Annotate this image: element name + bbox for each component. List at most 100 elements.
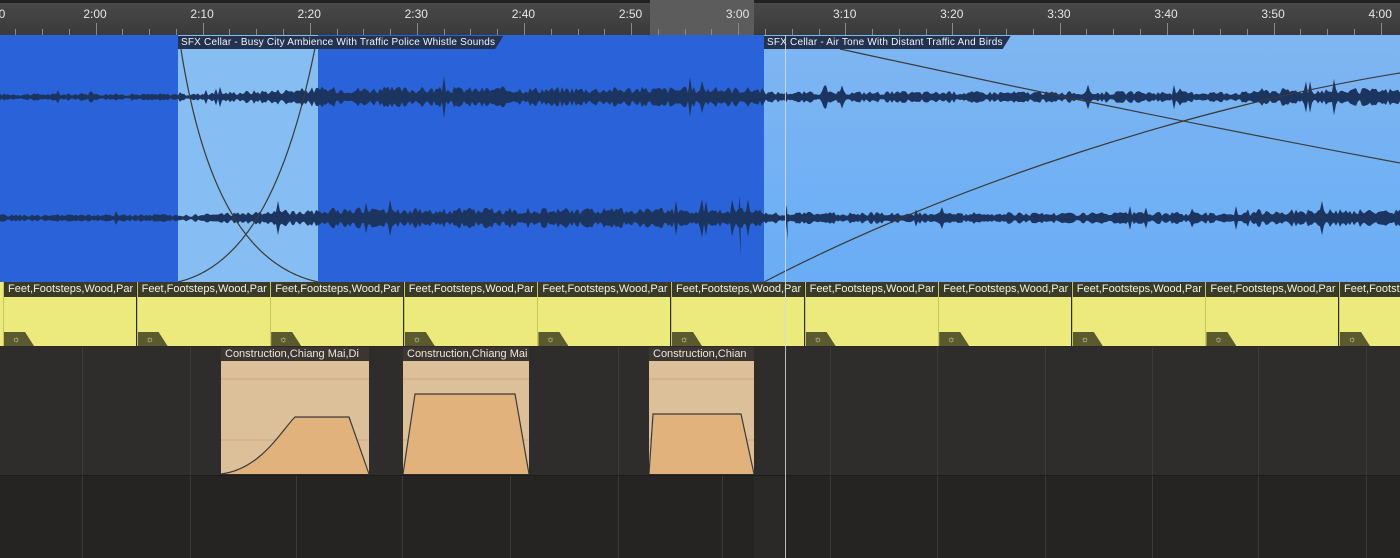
ruler-tick <box>1059 23 1061 35</box>
daw-timeline: 0 2:00 2:10 2:20 2:30 2:40 2:50 3:00 3:10 3:20 3:… <box>0 0 1400 558</box>
ruler-label: 3:30 <box>1047 7 1071 21</box>
grid-line <box>1366 476 1367 558</box>
grid-line <box>1152 347 1153 475</box>
busy-city-fade-out-curve <box>839 48 1400 164</box>
waveform-group <box>0 75 1400 255</box>
clip-fx-gear-icon[interactable]: ☼ <box>404 332 435 346</box>
grid-line <box>1258 347 1259 475</box>
construction-track[interactable]: Construction,Chiang Mai,Di Construction,… <box>0 347 1400 475</box>
construction-clip-envelope <box>649 378 754 474</box>
footsteps-clip-label: Feet,Footsteps,Wood,Par <box>1340 282 1400 297</box>
waveform-transient <box>738 195 788 255</box>
clip-fx-gear-icon[interactable]: ☼ <box>4 332 34 346</box>
footsteps-clip-label: Feet,Footsteps,Wood,Par <box>137 282 270 297</box>
clip-fx-gear-icon[interactable]: ☼ <box>672 332 702 346</box>
ruler-label: 3:40 <box>1154 7 1178 21</box>
clip-fx-gear-icon[interactable]: ☼ <box>137 332 168 346</box>
footsteps-clip[interactable]: Feet,Footsteps,Wood,Par ☼ <box>804 282 938 346</box>
grid-line <box>830 476 831 558</box>
ruler-label: 2:40 <box>511 7 536 21</box>
clip-fx-gear-icon[interactable]: ☼ <box>805 332 836 346</box>
ruler-label: 3:50 <box>1261 7 1285 21</box>
clip-fx-gear-icon[interactable]: ☼ <box>1206 332 1237 346</box>
grid-line <box>937 476 938 558</box>
grid-line <box>190 476 191 558</box>
clip-fx-gear-icon[interactable]: ☼ <box>939 332 970 346</box>
empty-track-shade <box>754 476 784 558</box>
footsteps-clip[interactable]: Feet,Footsteps,Wood,Par ☼ <box>938 282 1072 346</box>
clip-fx-gear-icon[interactable]: ☼ <box>271 332 302 346</box>
ruler-label: 2:50 <box>618 7 643 21</box>
audio-track[interactable]: SFX Cellar - Busy City Ambience With Tra… <box>0 35 1400 282</box>
footsteps-clip[interactable]: Feet,Footsteps,Wood,Par ☼ <box>270 282 404 346</box>
footsteps-clip-label: Feet,Footsteps,Wood,Par <box>1206 282 1339 297</box>
construction-clip-label: Construction,Chian <box>649 347 754 361</box>
grid-line <box>722 476 723 558</box>
ruler-tick <box>202 23 204 35</box>
footsteps-clip[interactable]: Feet,Footsteps,Wood,Par ☼ <box>1205 282 1339 346</box>
fade-curves <box>177 42 1400 282</box>
grid-line <box>1152 476 1153 558</box>
grid-line <box>618 476 619 558</box>
footsteps-clip-partial[interactable] <box>0 282 3 346</box>
footsteps-clip-label: Feet,Footsteps,Wood,Par <box>939 282 1072 297</box>
ruler-tick <box>1166 23 1168 35</box>
ruler-tick <box>631 23 633 35</box>
grid-line <box>82 347 83 475</box>
footsteps-clip-label: Feet,Footsteps,Wood,Par <box>805 282 938 297</box>
ruler-tick <box>524 23 525 35</box>
grid-line <box>1045 347 1046 475</box>
clip-fx-gear-icon[interactable]: ☼ <box>1072 332 1103 346</box>
construction-clip-1[interactable]: Construction,Chiang Mai,Di <box>221 347 369 474</box>
ruler-tick <box>952 23 954 35</box>
grid-line <box>296 476 297 558</box>
grid-line <box>830 347 831 475</box>
playhead-cursor-line[interactable] <box>785 35 786 558</box>
construction-clip-2[interactable]: Construction,Chiang Mai <box>403 347 529 474</box>
ruler-tick <box>845 23 847 35</box>
empty-track[interactable] <box>0 475 1400 558</box>
ruler-tick <box>1273 23 1275 35</box>
construction-clip-envelope <box>403 378 529 474</box>
construction-clip-envelope <box>221 378 369 474</box>
construction-clip-3[interactable]: Construction,Chian <box>649 347 754 474</box>
footsteps-clip-label: Feet,Footsteps,Wood,Par <box>271 282 404 297</box>
clip-fx-gear-icon[interactable]: ☼ <box>1340 332 1370 346</box>
footsteps-track[interactable]: Feet,Footsteps,Wood,Par ☼ Feet,Footsteps,W… <box>0 282 1400 347</box>
ruler-label: 3:00 <box>725 7 750 21</box>
clip-fx-gear-icon[interactable]: ☼ <box>538 332 569 346</box>
grid-line <box>510 476 511 558</box>
construction-clip-label: Construction,Chiang Mai <box>403 347 529 361</box>
ruler-label: 2:30 <box>404 7 428 21</box>
clip-label-busy-city[interactable]: SFX Cellar - Busy City Ambience With Tra… <box>178 36 503 49</box>
crossfade-out-curve <box>179 42 319 282</box>
footsteps-clip-label: Feet,Footsteps,Wood,Par <box>4 282 136 297</box>
construction-clip-label: Construction,Chiang Mai,Di <box>221 347 369 361</box>
footsteps-clip[interactable]: Feet,Footsteps,Wood,Par ☼ <box>136 282 270 346</box>
crossfade-in-curve <box>177 42 317 282</box>
footsteps-clip-label: Feet,Footsteps,Wood,Par <box>538 282 671 297</box>
footsteps-clip-label: Feet,Footsteps,Wood,Par <box>404 282 537 297</box>
grid-line <box>402 476 403 558</box>
ruler-label: 2:10 <box>190 7 214 21</box>
grid-line <box>1045 476 1046 558</box>
audio-waveform <box>0 75 1400 119</box>
grid-line <box>82 476 83 558</box>
ruler-label: 3:20 <box>940 7 964 21</box>
footsteps-clip[interactable]: Feet,Footsteps,Wood,Par ☼ <box>1071 282 1205 346</box>
ruler-tick <box>95 23 97 35</box>
footsteps-clip[interactable]: Feet,Footsteps,Wood,Par ☼ <box>3 282 136 346</box>
footsteps-clip[interactable]: Feet,Footsteps,Wood,Par ☼ <box>403 282 537 346</box>
ruler-tick <box>309 23 311 35</box>
ruler-label: 2:20 <box>297 7 321 21</box>
footsteps-clip[interactable]: Feet,Footsteps,Wood,Par ☼ <box>537 282 671 346</box>
footsteps-clip[interactable]: Feet,Footsteps,Wood,Par ☼ <box>1339 282 1400 346</box>
ruler-label: 3:10 <box>833 7 857 21</box>
timeline-ruler[interactable]: 0 2:00 2:10 2:20 2:30 2:40 2:50 3:00 3:10 3:20 3:… <box>0 0 1400 36</box>
ruler-label: 2:00 <box>83 7 107 21</box>
grid-line <box>190 347 191 475</box>
ruler-tick <box>738 23 740 35</box>
audio-waveform <box>0 198 1400 238</box>
grid-line <box>618 347 619 475</box>
clip-label-air-tone[interactable]: SFX Cellar - Air Tone With Distant Traff… <box>764 36 1011 49</box>
